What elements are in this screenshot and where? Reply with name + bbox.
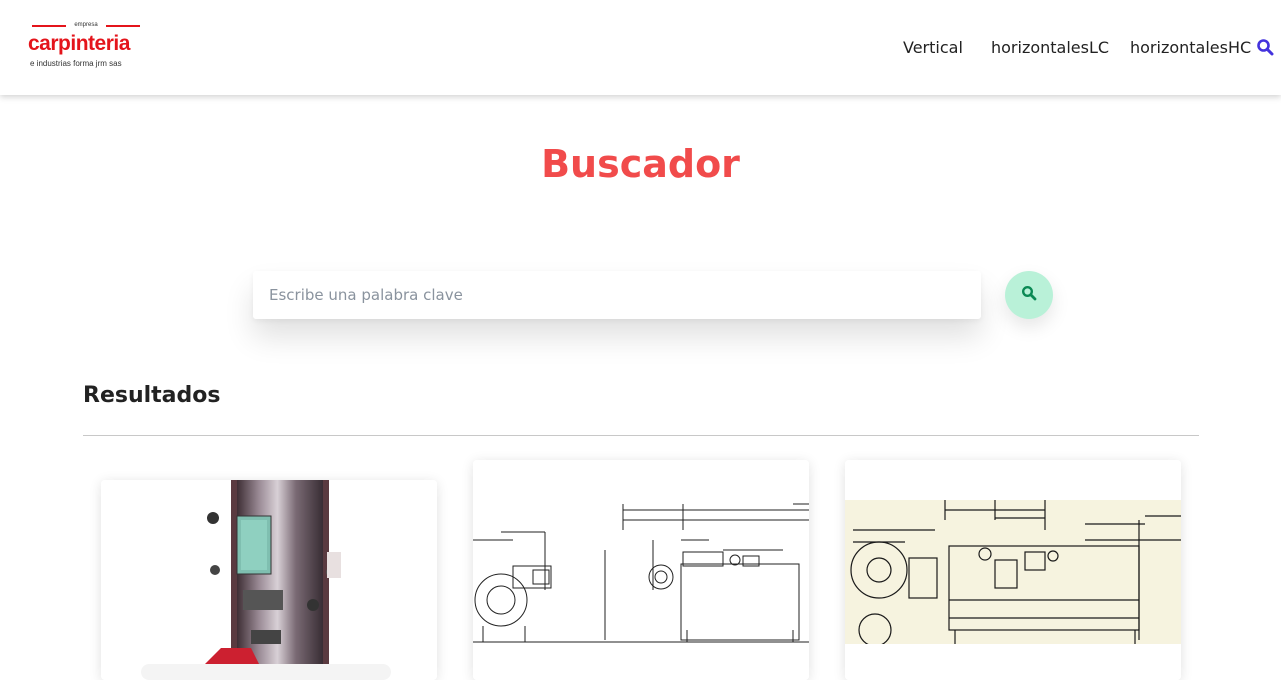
page-title: Buscador <box>541 142 740 186</box>
results-heading: Resultados <box>83 383 221 408</box>
result-card[interactable] <box>101 480 437 680</box>
logo[interactable]: empresa carpinteria e industrias forma j… <box>28 22 146 72</box>
nav-link-horizontales-lc[interactable]: horizontalesLC <box>991 38 1109 58</box>
boiler-drawing-image <box>473 460 809 680</box>
site-header: empresa carpinteria e industrias forma j… <box>0 0 1281 95</box>
logo-sub-text: e industrias forma jrm sas <box>30 59 122 68</box>
search-icon[interactable] <box>1256 38 1274 56</box>
search-button[interactable] <box>1005 271 1053 319</box>
boiler-drawing-scan-image <box>845 460 1181 680</box>
logo-brand-text: carpinteria <box>28 32 130 55</box>
results-divider <box>83 435 1199 436</box>
logo-bar-right <box>106 25 140 27</box>
result-card[interactable] <box>845 460 1181 680</box>
search-box <box>253 271 981 319</box>
search-input[interactable] <box>253 271 981 319</box>
vertical-boiler-image <box>101 480 437 680</box>
result-card[interactable] <box>473 460 809 680</box>
search-icon <box>1021 285 1037 305</box>
nav-link-vertical[interactable]: Vertical <box>903 38 963 58</box>
nav-link-horizontales-hc[interactable]: horizontalesHC <box>1130 38 1251 58</box>
